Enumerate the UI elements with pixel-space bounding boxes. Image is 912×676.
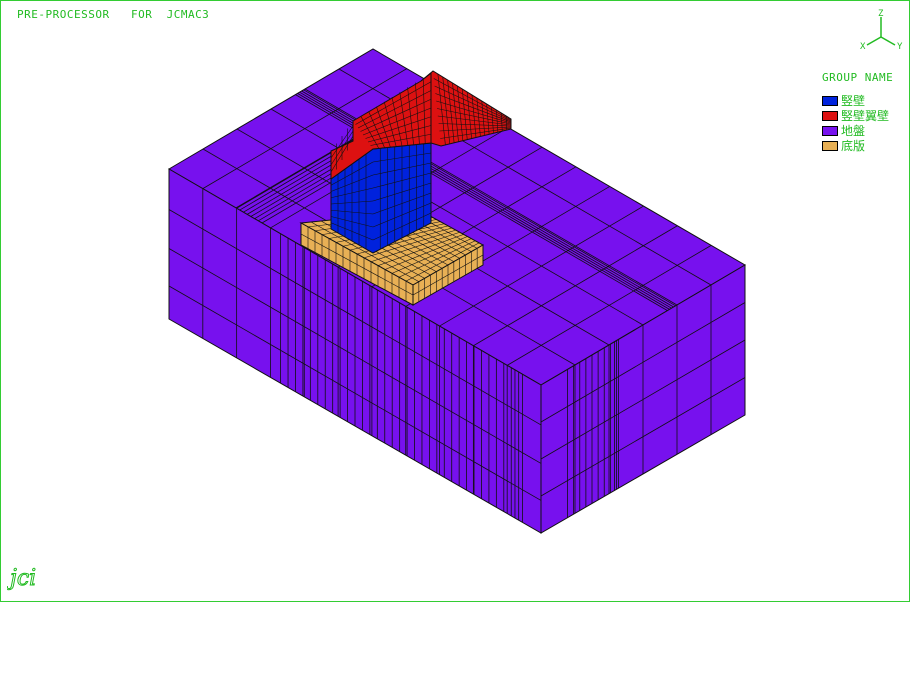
- legend-item-wing-wall[interactable]: 竪壁翼壁: [822, 108, 893, 123]
- legend-item-ground[interactable]: 地盤: [822, 123, 893, 138]
- legend-label: 竪壁: [841, 93, 866, 108]
- model-view[interactable]: [1, 1, 909, 601]
- legend-item-footing[interactable]: 底版: [822, 138, 893, 153]
- legend-label: 底版: [841, 138, 866, 153]
- legend-title: GROUP NAME: [822, 71, 894, 84]
- jci-logo: jci: [7, 566, 37, 592]
- legend-swatch: [822, 125, 838, 136]
- legend-swatch: [822, 95, 838, 106]
- legend-swatch: [822, 110, 838, 121]
- axis-triad-icon: Z X Y: [860, 9, 903, 51]
- axis-y-label: Y: [897, 42, 903, 51]
- legend-label: 竪壁翼壁: [841, 108, 890, 123]
- axis-x-label: X: [860, 42, 866, 51]
- group-legend: GROUP NAME 竪壁 竪壁翼壁 地盤 底版: [822, 71, 893, 153]
- legend-item-tate-heki[interactable]: 竪壁: [822, 93, 893, 108]
- axis-z-label: Z: [878, 9, 884, 19]
- legend-swatch: [822, 140, 838, 151]
- svg-text:jci: jci: [7, 566, 36, 591]
- legend-label: 地盤: [841, 123, 866, 138]
- viewport[interactable]: PRE-PROCESSOR FOR JCMAC3 GROUP NAME 竪壁 竪…: [0, 0, 910, 602]
